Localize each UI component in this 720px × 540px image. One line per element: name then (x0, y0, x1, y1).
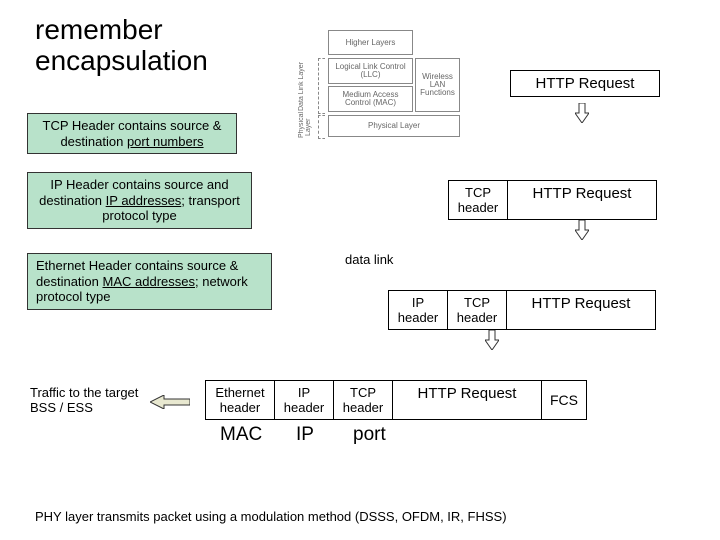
osi-higher-layers: Higher Layers (328, 30, 413, 55)
http-request-box-2: HTTP Request (507, 180, 657, 220)
eth-header-box-4: Ethernet header (205, 380, 275, 420)
title-line2: encapsulation (35, 45, 208, 76)
mac-label: MAC (220, 424, 262, 446)
ip-header-note: IP Header contains source and destinatio… (27, 172, 252, 229)
tcp-header-box-2: TCP header (448, 180, 508, 220)
http-request-box-3: HTTP Request (506, 290, 656, 330)
http-request-box-1: HTTP Request (510, 70, 660, 97)
down-arrow-icon (575, 220, 589, 240)
phy-footer: PHY layer transmits packet using a modul… (35, 509, 685, 525)
tcp-header-box-3: TCP header (447, 290, 507, 330)
ip-label: IP (296, 424, 314, 446)
osi-phy: Physical Layer (328, 115, 460, 137)
ip-header-box-3: IP header (388, 290, 448, 330)
traffic-label: Traffic to the target BSS / ESS (30, 385, 140, 415)
tcp-header-box-4: TCP header (333, 380, 393, 420)
port-label: port (353, 424, 386, 446)
osi-wlan: Wireless LAN Functions (415, 58, 460, 112)
down-arrow-icon (575, 103, 589, 123)
tcp-header-note: TCP Header contains source & destination… (27, 113, 237, 154)
osi-llc: Logical Link Control (LLC) (328, 58, 413, 84)
left-arrow-icon (150, 395, 190, 409)
eth-header-note: Ethernet Header contains source & destin… (27, 253, 272, 310)
osi-dll-label: Data Link Layer (298, 60, 305, 112)
fcs-box: FCS (541, 380, 587, 420)
http-request-box-4: HTTP Request (392, 380, 542, 420)
osi-mac: Medium Access Control (MAC) (328, 86, 413, 112)
osi-phy-label: Physical Layer (298, 116, 312, 138)
down-arrow-icon (485, 330, 499, 350)
title-line1: remember (35, 14, 163, 45)
ip-header-box-4: IP header (274, 380, 334, 420)
datalink-label: data link (345, 252, 393, 267)
osi-stack-diagram: Higher Layers Logical Link Control (LLC)… (290, 30, 480, 145)
